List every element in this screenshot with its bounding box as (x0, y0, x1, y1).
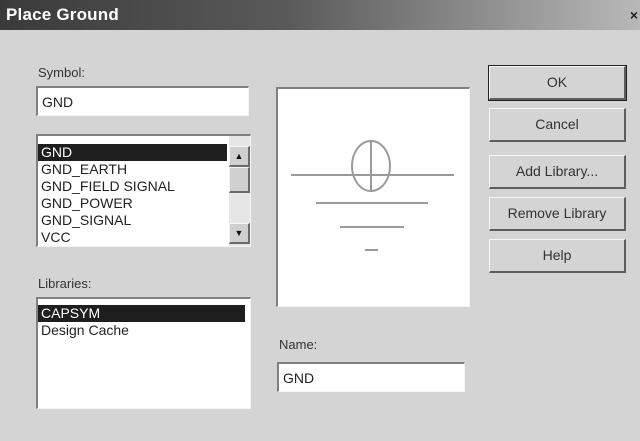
symbol-preview (276, 87, 470, 307)
place-ground-dialog: Place Ground × Symbol: GND GND_EARTH GND… (0, 0, 640, 441)
add-library-button[interactable]: Add Library... (489, 155, 626, 189)
scroll-up-icon[interactable]: ▲ (229, 146, 250, 167)
list-item[interactable]: GND (38, 144, 227, 161)
list-item[interactable]: CAPSYM (38, 305, 245, 322)
libraries-listbox[interactable]: CAPSYM Design Cache (36, 297, 251, 409)
list-item[interactable]: VCC (38, 229, 250, 246)
list-item[interactable]: GND_SIGNAL (38, 212, 250, 229)
scroll-down-icon[interactable]: ▼ (229, 223, 250, 244)
dialog-title: Place Ground (6, 5, 119, 24)
name-input[interactable] (277, 362, 465, 392)
list-item[interactable]: GND_POWER (38, 195, 250, 212)
symbol-label: Symbol: (38, 65, 85, 80)
cancel-button[interactable]: Cancel (489, 108, 626, 142)
ok-button[interactable]: OK (488, 65, 627, 101)
list-item[interactable]: Design Cache (38, 322, 250, 339)
help-button[interactable]: Help (489, 239, 626, 273)
list-item[interactable]: GND_FIELD SIGNAL (38, 178, 250, 195)
close-icon[interactable]: × (628, 6, 640, 24)
name-label: Name: (279, 337, 318, 352)
remove-library-button[interactable]: Remove Library (489, 197, 626, 231)
symbol-scrollbar[interactable]: ▲ ▼ (229, 136, 250, 246)
ground-symbol-icon (291, 140, 454, 251)
symbol-input[interactable] (36, 86, 249, 116)
title-bar[interactable]: Place Ground × (0, 0, 640, 30)
symbol-listbox[interactable]: GND GND_EARTH GND_FIELD SIGNAL GND_POWER… (36, 134, 251, 247)
libraries-label: Libraries: (38, 276, 92, 291)
list-item[interactable]: GND_EARTH (38, 161, 250, 178)
scroll-thumb[interactable] (229, 167, 250, 193)
